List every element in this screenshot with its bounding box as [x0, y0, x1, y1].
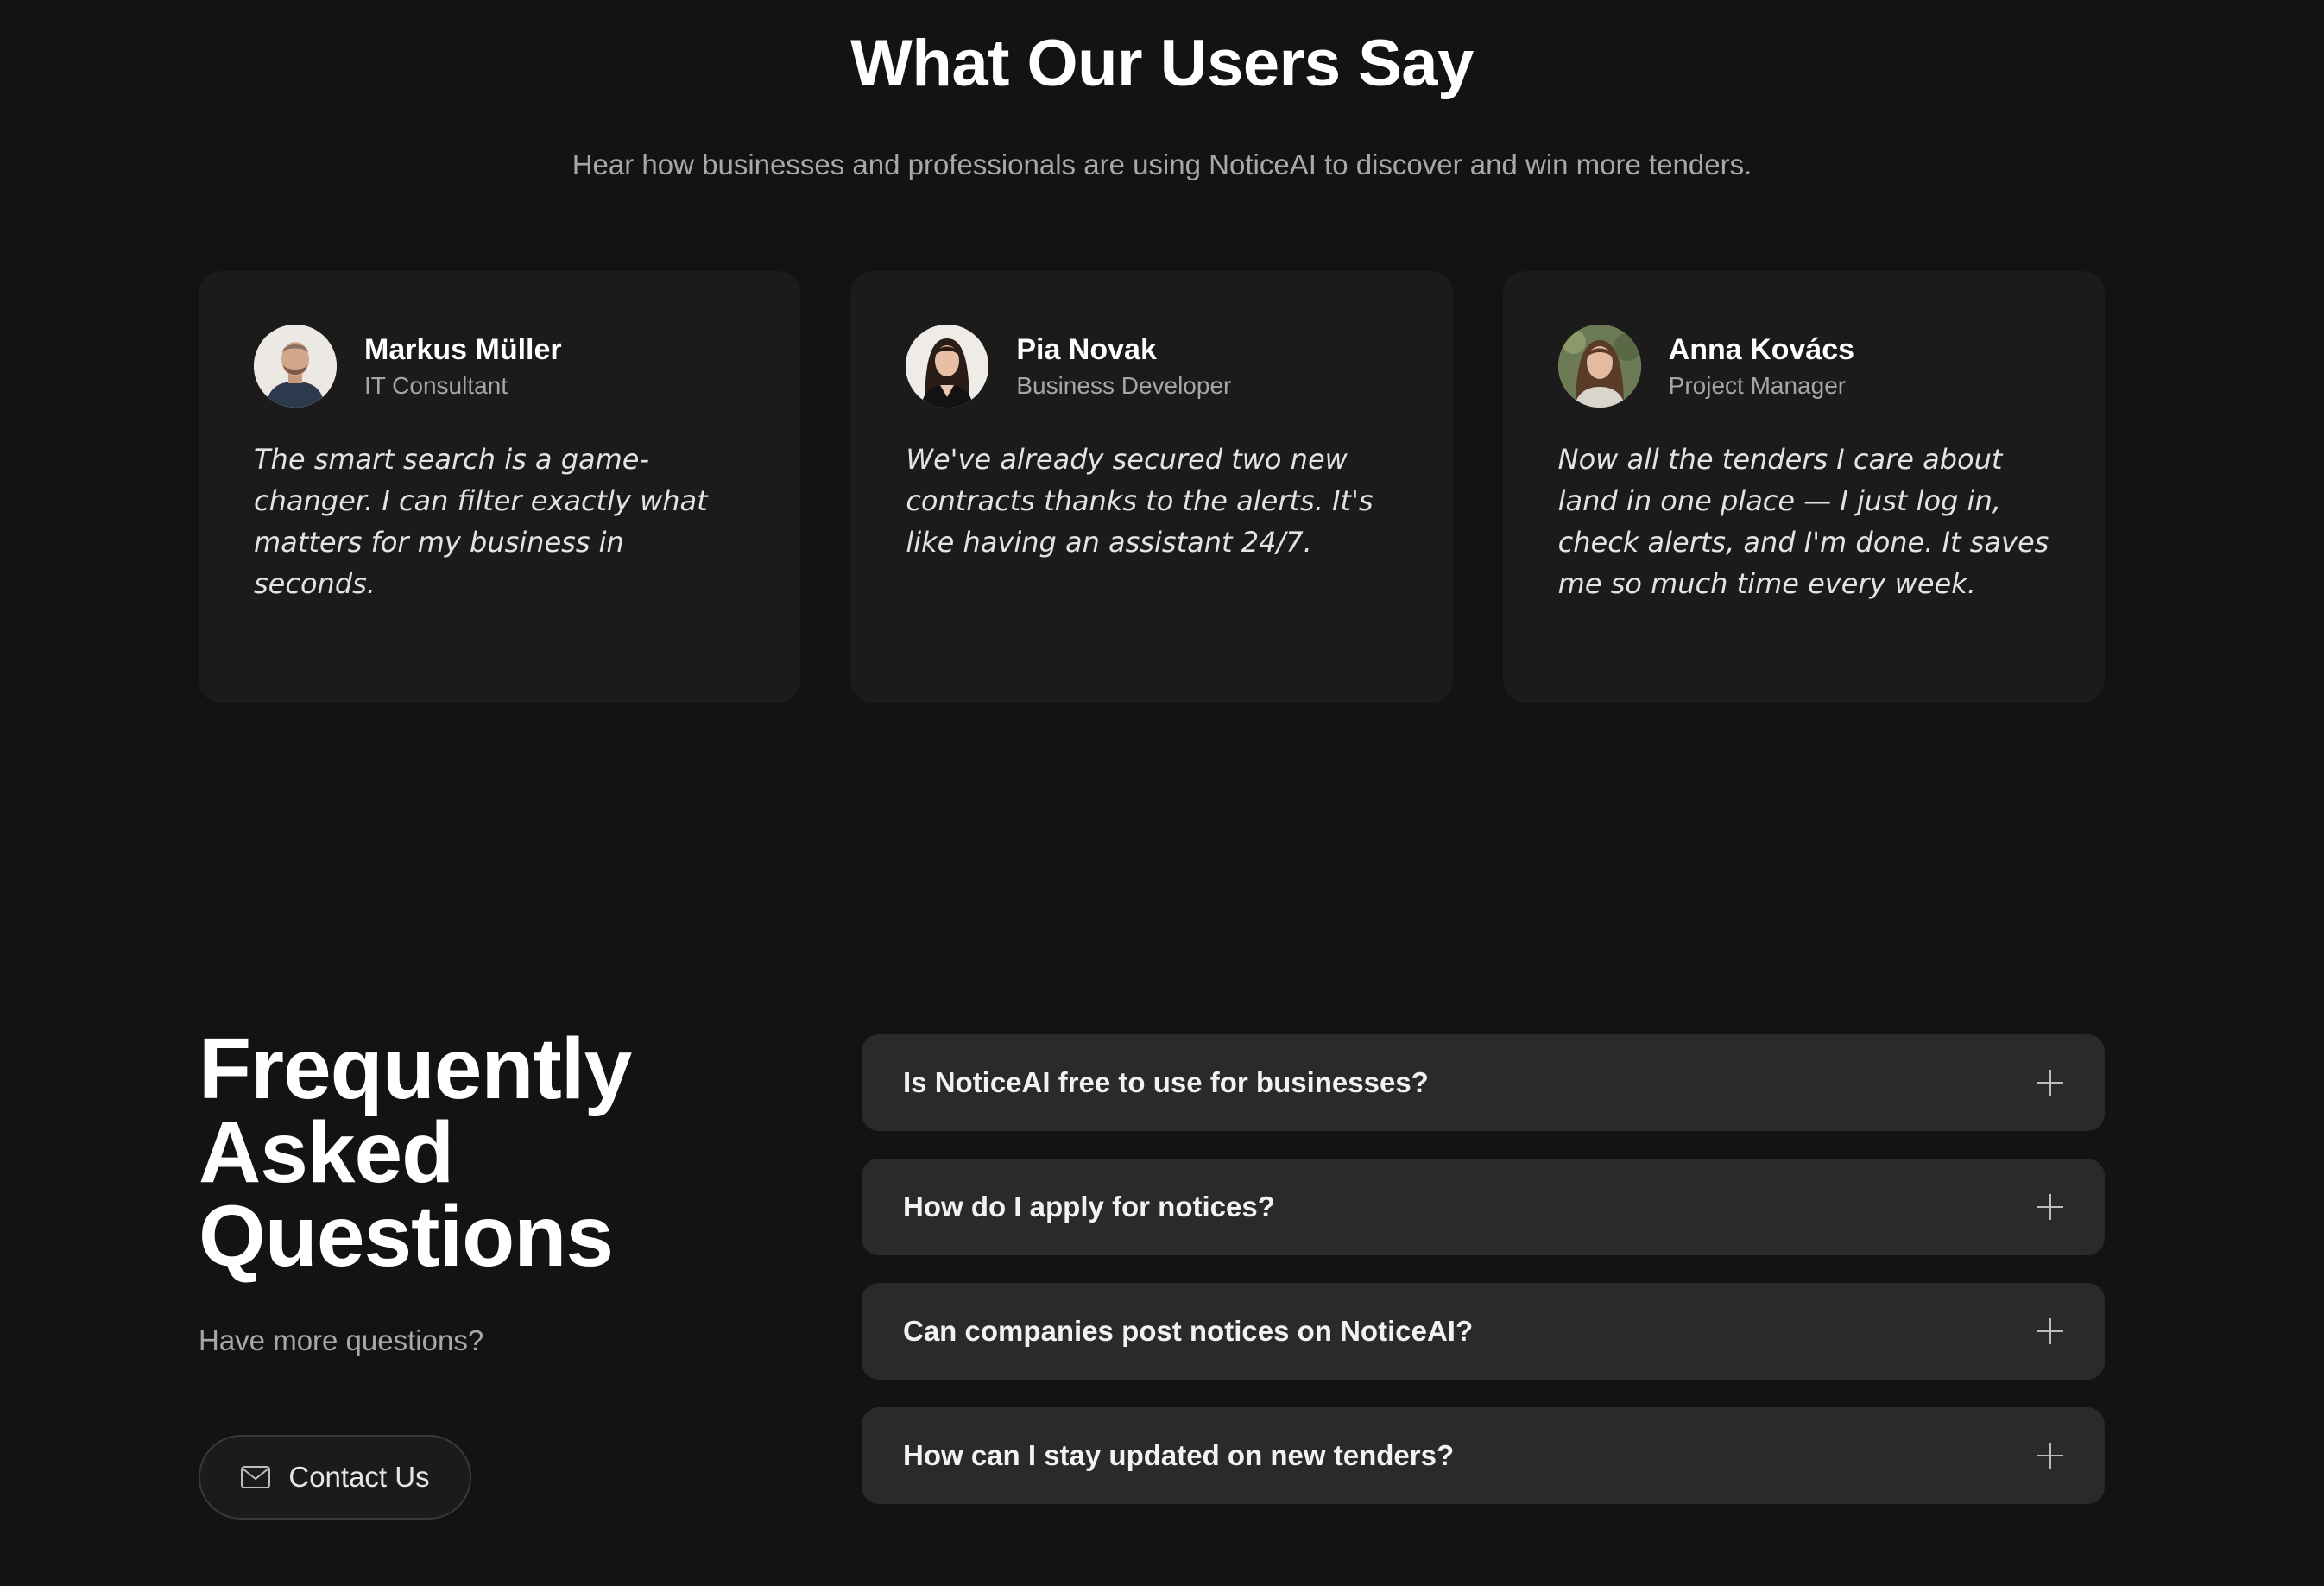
plus-icon[interactable]	[2037, 1070, 2063, 1096]
faq-question: How do I apply for notices?	[903, 1191, 1275, 1223]
contact-us-label: Contact Us	[288, 1461, 430, 1493]
faq-question: Can companies post notices on NoticeAI?	[903, 1315, 1474, 1347]
testimonials-title: What Our Users Say	[850, 27, 1474, 100]
mail-icon	[241, 1466, 271, 1488]
person-name: Anna Kovács	[1668, 332, 1855, 366]
testimonial-quote: Now all the tenders I care about land in…	[1557, 443, 2049, 600]
plus-icon[interactable]	[2037, 1194, 2063, 1220]
testimonial-card: Anna Kovács Project Manager Now all the …	[1502, 271, 2105, 703]
person-role: Project Manager	[1668, 372, 1847, 400]
faq-title-line: Questions	[199, 1188, 614, 1285]
faq-question: Is NoticeAI free to use for businesses?	[903, 1066, 1429, 1098]
plus-icon[interactable]	[2037, 1443, 2063, 1469]
person-role: IT Consultant	[364, 372, 508, 400]
avatar	[906, 325, 989, 408]
faq-item[interactable]: Can companies post notices on NoticeAI?	[862, 1283, 2105, 1380]
testimonial-card: Markus Müller IT Consultant The smart se…	[199, 271, 801, 703]
person-role: Business Developer	[1016, 372, 1232, 400]
avatar	[1557, 325, 1641, 408]
faq-item[interactable]: How can I stay updated on new tenders?	[862, 1407, 2105, 1504]
faq-title-line: Asked	[199, 1104, 454, 1201]
faq-item[interactable]: How do I apply for notices?	[862, 1159, 2105, 1255]
faq-title-line: Frequently	[199, 1020, 632, 1117]
faq-question: How can I stay updated on new tenders?	[903, 1439, 1455, 1471]
contact-us-button[interactable]: Contact Us	[199, 1435, 471, 1520]
testimonial-cards: Markus Müller IT Consultant The smart se…	[199, 271, 2105, 703]
faq-subtitle: Have more questions?	[199, 1324, 484, 1356]
testimonial-quote: We've already secured two new contracts …	[906, 443, 1374, 559]
person-name: Pia Novak	[1016, 332, 1157, 366]
faq-title: Frequently Asked Questions	[199, 1026, 632, 1280]
testimonial-header: Pia Novak Business Developer	[906, 325, 1397, 408]
testimonial-header: Markus Müller IT Consultant	[254, 325, 745, 408]
testimonial-card: Pia Novak Business Developer We've alrea…	[850, 271, 1453, 703]
faq-item[interactable]: Is NoticeAI free to use for businesses?	[862, 1034, 2105, 1131]
testimonial-quote: The smart search is a game-changer. I ca…	[254, 443, 708, 600]
testimonial-header: Anna Kovács Project Manager	[1557, 325, 2049, 408]
faq-list: Is NoticeAI free to use for businesses? …	[862, 1034, 2105, 1504]
person-name: Markus Müller	[364, 332, 562, 366]
plus-icon[interactable]	[2037, 1318, 2063, 1344]
avatar	[254, 325, 337, 408]
testimonials-subtitle: Hear how businesses and professionals ar…	[572, 148, 1752, 180]
